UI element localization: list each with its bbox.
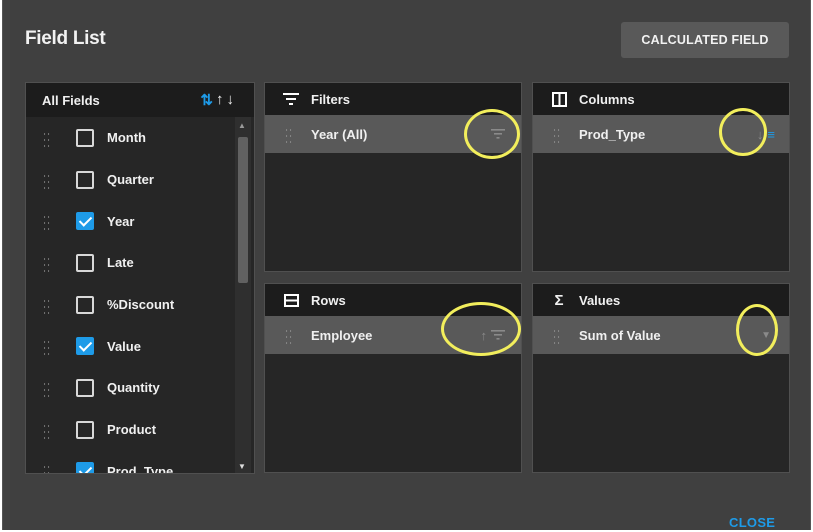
field-list-scrollbar[interactable]: ▲ ▼ xyxy=(235,117,251,473)
close-button[interactable]: CLOSE xyxy=(729,515,775,530)
scroll-thumb[interactable] xyxy=(238,137,248,283)
field-label: Year xyxy=(107,213,135,229)
drag-handle-icon[interactable]: ∙∙∙∙∙∙ xyxy=(43,337,53,360)
filter-item-label: Year (All) xyxy=(311,126,368,142)
sort-controls: ⇅ ↑ ↓ xyxy=(200,91,234,109)
field-item-discount[interactable]: ∙∙ ∙∙ ∙∙ %Discount xyxy=(26,284,234,326)
scroll-down-icon[interactable]: ▼ xyxy=(238,462,246,471)
drag-handle-icon[interactable]: ∙∙∙∙∙∙ xyxy=(43,212,53,235)
filter-active-icon[interactable]: ≡ xyxy=(767,127,775,142)
rows-icon xyxy=(281,293,301,307)
field-item-product[interactable]: ∙∙ ∙∙ ∙∙ Product xyxy=(26,409,234,451)
annotation-circle xyxy=(464,109,520,159)
field-checkbox[interactable] xyxy=(76,420,94,439)
columns-title: Columns xyxy=(579,91,635,107)
drag-handle-icon[interactable]: ∙∙∙∙∙∙ xyxy=(43,378,53,401)
annotation-circle xyxy=(441,302,521,356)
field-checkbox[interactable] xyxy=(76,128,94,147)
field-label: Product xyxy=(107,422,157,438)
field-label: Prod_Type xyxy=(107,463,174,473)
field-checkbox[interactable] xyxy=(76,337,94,356)
field-item-quarter[interactable]: ∙∙ ∙∙ ∙∙ Quarter xyxy=(26,159,234,201)
annotation-circle xyxy=(719,108,767,156)
sigma-icon: Σ xyxy=(554,291,564,309)
all-fields-header: All Fields ⇅ ↑ ↓ xyxy=(26,83,254,117)
drag-handle-icon[interactable]: ∙∙∙∙∙∙ xyxy=(43,128,53,151)
all-fields-title: All Fields xyxy=(42,92,100,108)
drag-handle-icon[interactable]: ∙∙∙∙∙∙ xyxy=(43,420,53,443)
field-label: %Discount xyxy=(107,297,175,313)
drag-handle-icon[interactable]: ∙∙∙∙∙∙ xyxy=(43,170,53,193)
field-checkbox[interactable] xyxy=(76,295,94,314)
field-label: Quarter xyxy=(107,172,154,188)
all-fields-panel: All Fields ⇅ ↑ ↓ ∙∙ ∙∙ ∙∙ Month ∙∙ ∙∙ ∙∙ Qua… xyxy=(25,82,255,474)
drag-handle-icon[interactable]: ∙∙∙∙∙∙ xyxy=(43,253,53,276)
field-list-dialog: Field List CALCULATED FIELD All Fields ⇅… xyxy=(2,0,811,530)
field-label: Late xyxy=(107,255,134,271)
drag-handle-icon[interactable]: ∙∙∙∙∙∙ xyxy=(553,125,563,148)
field-checkbox[interactable] xyxy=(76,253,94,272)
field-item-late[interactable]: ∙∙ ∙∙ ∙∙ Late xyxy=(26,242,234,284)
field-label: Value xyxy=(107,338,141,354)
rows-title: Rows xyxy=(311,292,346,308)
calculated-field-button[interactable]: CALCULATED FIELD xyxy=(621,22,789,58)
field-item-value[interactable]: ∙∙ ∙∙ ∙∙ Value xyxy=(26,325,234,367)
drag-handle-icon[interactable]: ∙∙∙∙∙∙ xyxy=(43,295,53,318)
filters-title: Filters xyxy=(311,91,351,107)
column-item-label: Prod_Type xyxy=(579,126,646,142)
field-checkbox[interactable] xyxy=(76,462,94,473)
field-item-year[interactable]: ∙∙ ∙∙ ∙∙ Year xyxy=(26,200,234,242)
arrow-down-icon[interactable]: ↓ xyxy=(227,91,235,109)
value-item-label: Sum of Value xyxy=(579,327,661,343)
columns-icon xyxy=(549,91,569,107)
filter-icon xyxy=(281,93,301,105)
drag-handle-icon[interactable]: ∙∙∙∙∙∙ xyxy=(285,125,295,148)
field-list: ∙∙ ∙∙ ∙∙ Month ∙∙ ∙∙ ∙∙ Quarter ∙∙ ∙∙ ∙∙ Year … xyxy=(26,117,234,473)
values-title: Values xyxy=(579,292,621,308)
row-item-label: Employee xyxy=(311,327,373,343)
field-label: Month xyxy=(107,130,146,146)
drag-handle-icon[interactable]: ∙∙∙∙∙∙ xyxy=(43,462,53,473)
annotation-circle xyxy=(736,304,778,356)
arrow-up-icon[interactable]: ↑ xyxy=(216,91,224,109)
field-label: Quantity xyxy=(107,380,160,396)
sort-toggle-icon[interactable]: ⇅ xyxy=(200,91,213,109)
field-checkbox[interactable] xyxy=(76,378,94,397)
field-item-prod-type[interactable]: ∙∙∙∙∙∙ Prod_Type xyxy=(26,451,234,473)
scroll-up-icon[interactable]: ▲ xyxy=(238,121,246,130)
field-item-quantity[interactable]: ∙∙ ∙∙ ∙∙ Quantity xyxy=(26,367,234,409)
field-item-month[interactable]: ∙∙ ∙∙ ∙∙ Month xyxy=(26,117,234,159)
field-checkbox[interactable] xyxy=(76,212,94,231)
drag-handle-icon[interactable]: ∙∙∙∙∙∙ xyxy=(285,326,295,349)
drag-handle-icon[interactable]: ∙∙∙∙∙∙ xyxy=(553,326,563,349)
field-checkbox[interactable] xyxy=(76,170,94,189)
dialog-title: Field List xyxy=(25,28,106,49)
